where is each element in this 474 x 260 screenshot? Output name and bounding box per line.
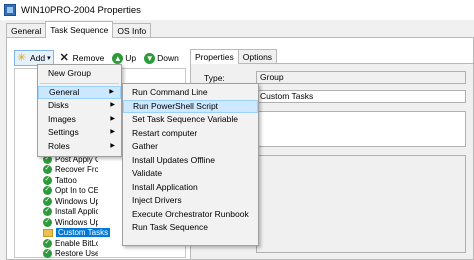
menu-item-set-task-sequence-variable[interactable]: Set Task Sequence Variable [123, 113, 258, 127]
down-button[interactable]: ▼ Down [142, 50, 181, 66]
check-icon [43, 207, 52, 217]
menu-item-install-updates-offline[interactable]: Install Updates Offline [123, 154, 258, 168]
menu-item-settings[interactable]: Settings ▶ [38, 126, 121, 140]
remove-button-label: Remove [72, 53, 105, 63]
menu-separator [40, 82, 119, 84]
menu-item-general[interactable]: General ▶ [38, 85, 121, 99]
tree-item-list: Post Apply Cleanup Recover From Domain T… [43, 154, 111, 260]
app-icon [4, 4, 16, 16]
tab-strip: General Task Sequence OS Info [6, 21, 152, 38]
menu-item-label: Disks [48, 100, 69, 110]
chevron-right-icon: ▶ [110, 129, 115, 135]
menu-item-run-task-sequence[interactable]: Run Task Sequence [123, 221, 258, 235]
tree-item[interactable]: Opt In to CEIP and WER [43, 186, 98, 197]
tree-item-label: Windows Update (Pre-Application Installa… [55, 196, 98, 206]
tree-item[interactable]: Restore User State [43, 249, 98, 260]
arrow-up-icon: ▲ [112, 52, 124, 64]
arrow-down-icon: ▼ [144, 52, 156, 64]
tree-item[interactable]: Windows Update (Post-Application Install… [43, 217, 98, 228]
tree-item-label: Windows Update (Post-Application Install… [55, 217, 98, 227]
tree-item-label: Recover From Domain [55, 165, 98, 175]
tree-item-selected[interactable]: Custom Tasks [43, 228, 111, 239]
menu-item-run-powershell-script[interactable]: Run PowerShell Script [123, 99, 258, 113]
menu-item-label: General [49, 86, 80, 97]
menu-item-restart-computer[interactable]: Restart computer [123, 127, 258, 141]
folder-icon [43, 228, 53, 237]
tree-item[interactable]: Recover From Domain [43, 165, 98, 176]
close-icon: ✕ [59, 51, 69, 64]
tree-item[interactable]: Windows Update (Pre-Application Installa… [43, 196, 98, 207]
check-icon [43, 196, 52, 206]
down-button-label: Down [157, 53, 179, 63]
window-title: WIN10PRO-2004 Properties [21, 4, 141, 16]
add-menu: New Group General ▶ Disks ▶ Images ▶ Set… [37, 64, 122, 157]
tree-item-label: Opt In to CEIP and WER [55, 186, 98, 196]
menu-item-images[interactable]: Images ▶ [38, 113, 121, 127]
check-icon [43, 186, 52, 196]
tree-item[interactable]: Enable BitLocker [43, 238, 98, 249]
check-icon [43, 175, 52, 185]
tree-item-label: Restore User State [55, 249, 98, 259]
options-area [256, 155, 466, 253]
chevron-right-icon: ▶ [110, 142, 115, 149]
dropdown-arrow-icon: ▾ [47, 55, 51, 62]
menu-item-validate[interactable]: Validate [123, 167, 258, 181]
tab-options[interactable]: Options [237, 49, 278, 64]
tree-item-label: Tattoo [55, 175, 77, 185]
menu-item-label: Roles [48, 140, 70, 151]
chevron-right-icon: ▶ [109, 88, 114, 95]
check-icon [43, 165, 52, 175]
menu-item-label: Settings [48, 127, 79, 137]
menu-item-label: Images [48, 113, 76, 124]
menu-item-new-group[interactable]: New Group [38, 67, 121, 81]
tree-item-label: Install Applications [55, 207, 98, 217]
check-icon [43, 249, 52, 259]
menu-item-execute-orchestrator-runbook[interactable]: Execute Orchestrator Runbook [123, 208, 258, 222]
tab-general[interactable]: General [6, 23, 47, 38]
menu-item-disks[interactable]: Disks ▶ [38, 99, 121, 113]
check-icon [43, 238, 52, 248]
general-submenu: Run Command Line Run PowerShell Script S… [122, 83, 259, 246]
chevron-right-icon: ▶ [110, 102, 115, 108]
tree-item-label: Enable BitLocker [55, 238, 98, 248]
tab-properties[interactable]: Properties [190, 49, 239, 64]
right-tab-strip: Properties Options [190, 49, 278, 64]
menu-item-install-application[interactable]: Install Application [123, 181, 258, 195]
up-button-label: Up [125, 53, 137, 63]
tab-task-sequence[interactable]: Task Sequence [45, 21, 114, 38]
description-field[interactable] [256, 111, 466, 147]
type-label: Type: [204, 73, 225, 83]
type-field: Group [256, 71, 466, 84]
title-bar: WIN10PRO-2004 Properties [0, 0, 474, 20]
check-icon [43, 217, 52, 227]
tree-item-label: Custom Tasks [56, 228, 111, 238]
tab-os-info[interactable]: OS Info [112, 23, 152, 38]
tree-item[interactable]: Tattoo [43, 175, 98, 186]
tree-item[interactable]: Install Applications [43, 207, 98, 218]
chevron-right-icon: ▶ [110, 115, 115, 122]
menu-item-inject-drivers[interactable]: Inject Drivers [123, 194, 258, 208]
add-button-label: Add [30, 53, 46, 63]
name-field[interactable]: Custom Tasks [256, 90, 466, 103]
menu-item-gather[interactable]: Gather [123, 140, 258, 154]
menu-item-run-command-line[interactable]: Run Command Line [123, 86, 258, 100]
menu-item-roles[interactable]: Roles ▶ [38, 140, 121, 154]
star-icon: ✳ [17, 51, 27, 64]
